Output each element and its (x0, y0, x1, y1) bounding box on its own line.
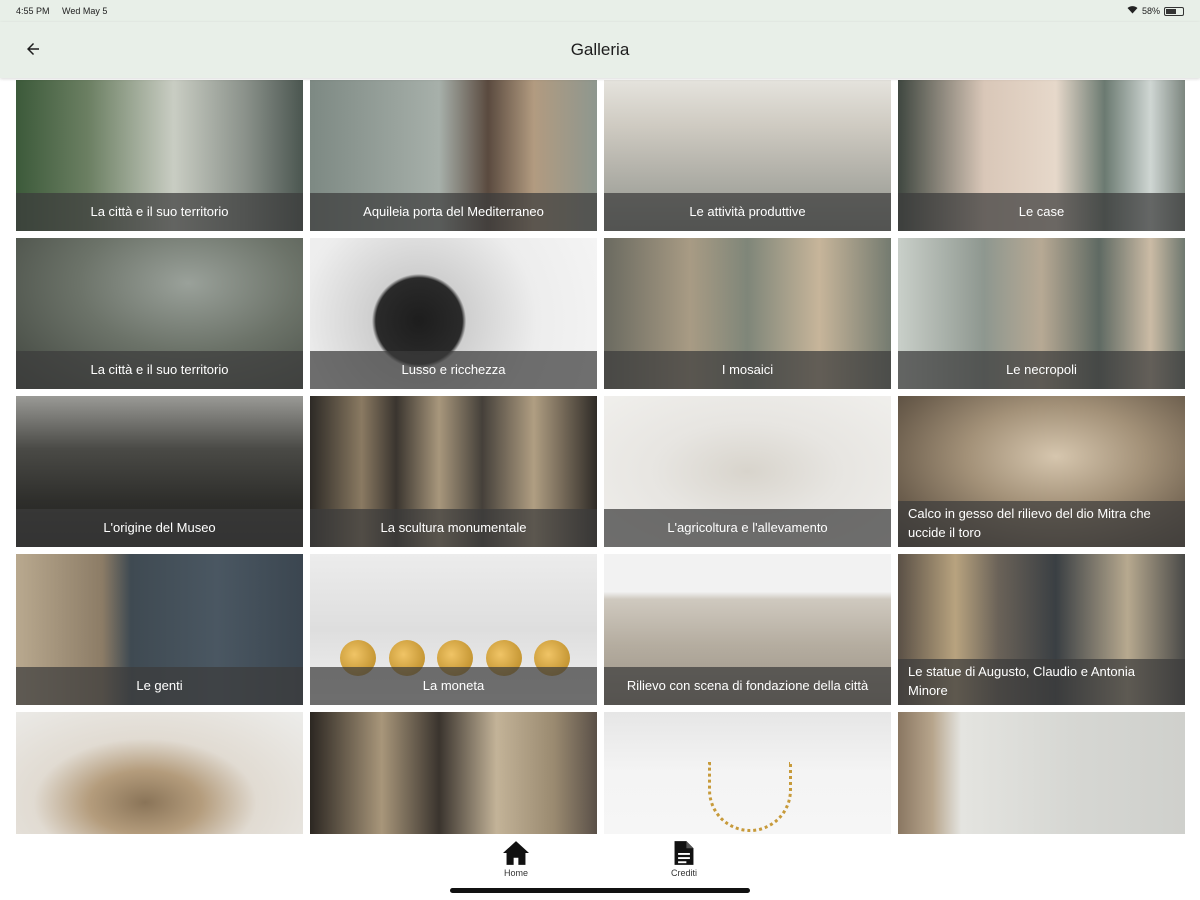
nav-home[interactable]: Home (486, 840, 546, 884)
tile-label: L'agricoltura e l'allevamento (604, 509, 891, 547)
gallery-tile[interactable] (308, 710, 599, 834)
document-icon (674, 841, 694, 865)
tile-label: L'origine del Museo (16, 509, 303, 547)
tile-label: Lusso e ricchezza (310, 351, 597, 389)
tile-label: Le attività produttive (604, 193, 891, 231)
app-bar: Galleria (0, 22, 1200, 78)
gallery-tile[interactable]: La scultura monumentale (308, 394, 599, 549)
gallery-tile[interactable]: La moneta (308, 552, 599, 707)
status-time: 4:55 PM (16, 6, 50, 16)
gallery-tile[interactable]: Le genti (14, 552, 305, 707)
gallery-tile[interactable]: Calco in gesso del rilievo del dio Mitra… (896, 394, 1186, 549)
gallery-tile[interactable]: Le case (896, 78, 1186, 233)
tile-label: La città e il suo territorio (16, 193, 303, 231)
gallery-tile[interactable]: Le necropoli (896, 236, 1186, 391)
gallery-tile[interactable]: La città e il suo territorio (14, 236, 305, 391)
gallery-tile[interactable]: La città e il suo territorio (14, 78, 305, 233)
tile-label: La città e il suo territorio (16, 351, 303, 389)
gallery-tile[interactable] (602, 710, 893, 834)
gallery-tile[interactable]: Le attività produttive (602, 78, 893, 233)
home-icon (503, 841, 529, 865)
tile-image (898, 712, 1185, 834)
gallery-tile[interactable]: Lusso e ricchezza (308, 236, 599, 391)
gallery-tile[interactable]: I mosaici (602, 236, 893, 391)
tile-label: Aquileia porta del Mediterraneo (310, 193, 597, 231)
tile-image (16, 712, 303, 834)
gallery-tile[interactable]: L'agricoltura e l'allevamento (602, 394, 893, 549)
wifi-icon (1127, 5, 1138, 17)
tile-image (310, 712, 597, 834)
tile-label: La moneta (310, 667, 597, 705)
tile-label: Le statue di Augusto, Claudio e Antonia … (898, 659, 1185, 705)
gallery-tile[interactable]: Rilievo con scena di fondazione della ci… (602, 552, 893, 707)
gallery-grid: La città e il suo territorio Aquileia po… (14, 78, 1186, 834)
gallery-tile[interactable]: Aquileia porta del Mediterraneo (308, 78, 599, 233)
gallery-tile[interactable]: L'origine del Museo (14, 394, 305, 549)
battery-percent: 58% (1141, 6, 1160, 16)
nav-credits[interactable]: Crediti (654, 840, 714, 884)
gallery-tile[interactable]: Le statue di Augusto, Claudio e Antonia … (896, 552, 1186, 707)
home-indicator (450, 888, 750, 893)
tile-label: La scultura monumentale (310, 509, 597, 547)
bottom-navigation: Home Crediti (0, 834, 1200, 900)
battery-icon (1164, 6, 1184, 16)
tile-label: Rilievo con scena di fondazione della ci… (604, 667, 891, 705)
tile-label: I mosaici (604, 351, 891, 389)
gallery-tile[interactable] (14, 710, 305, 834)
status-date: Wed May 5 (62, 6, 108, 16)
tile-label: Le case (898, 193, 1185, 231)
tile-label: Le genti (16, 667, 303, 705)
status-bar: 4:55 PM Wed May 5 58% (0, 0, 1200, 22)
tile-label: Le necropoli (898, 351, 1185, 389)
back-button[interactable] (18, 34, 48, 64)
gallery-tile[interactable] (896, 710, 1186, 834)
nav-home-label: Home (503, 868, 528, 878)
arrow-left-icon (27, 43, 39, 55)
nav-credits-label: Crediti (670, 868, 697, 878)
tile-label: Calco in gesso del rilievo del dio Mitra… (898, 501, 1185, 547)
page-title: Galleria (570, 40, 630, 59)
